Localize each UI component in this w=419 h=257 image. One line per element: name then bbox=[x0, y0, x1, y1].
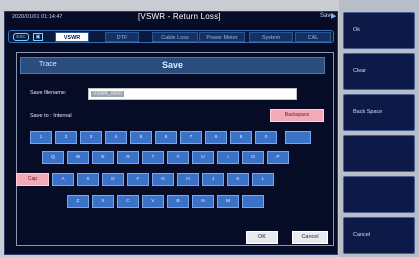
key-w[interactable]: W bbox=[67, 151, 89, 164]
ok-button[interactable]: OK bbox=[246, 231, 278, 244]
key-y[interactable]: Y bbox=[167, 151, 189, 164]
filename-label: Save filename: bbox=[30, 90, 67, 96]
play-arrow-icon: ▶ bbox=[331, 13, 337, 20]
key-m[interactable]: M bbox=[217, 195, 239, 208]
key-d[interactable]: D bbox=[102, 173, 124, 186]
key-i[interactable]: I bbox=[217, 151, 239, 164]
tab-dtf[interactable]: DTF bbox=[105, 32, 139, 42]
key-p[interactable]: P bbox=[267, 151, 289, 164]
softkey-panel: Ok Clear Back Space Cancel bbox=[339, 0, 419, 257]
key-x[interactable]: X bbox=[92, 195, 114, 208]
key-r[interactable]: R bbox=[117, 151, 139, 164]
key-q[interactable]: Q bbox=[42, 151, 64, 164]
key-l[interactable]: L bbox=[252, 173, 274, 186]
key-s[interactable]: S bbox=[77, 173, 99, 186]
dialog-header: Trace Save bbox=[20, 57, 325, 74]
tab-system[interactable]: System bbox=[249, 32, 293, 42]
softkey-backspace-label: Back Space bbox=[353, 109, 383, 115]
key-n[interactable]: N bbox=[192, 195, 214, 208]
dialog-title: Save bbox=[162, 60, 184, 70]
key-e[interactable]: E bbox=[92, 151, 114, 164]
save-icon[interactable]: ▣ bbox=[33, 33, 43, 41]
key-1[interactable]: 1 bbox=[30, 131, 52, 144]
softkey-backspace[interactable]: Back Space bbox=[343, 94, 415, 131]
key-9[interactable]: 9 bbox=[230, 131, 252, 144]
key-3[interactable]: 3 bbox=[80, 131, 102, 144]
key-2[interactable]: 2 bbox=[55, 131, 77, 144]
softkey-cancel[interactable]: Cancel bbox=[343, 217, 415, 254]
tab-cal[interactable]: CAL bbox=[295, 32, 331, 42]
softkey-empty-1[interactable] bbox=[343, 135, 415, 172]
timestamp: 2020/01/01 01:14:47 bbox=[12, 14, 63, 20]
tab-cable-loss[interactable]: Cable Loss bbox=[152, 32, 198, 42]
tab-vswr[interactable]: VSWR bbox=[55, 32, 89, 42]
key-k[interactable]: K bbox=[227, 173, 249, 186]
key-blank[interactable] bbox=[285, 131, 311, 144]
screen: 2020/01/01 01:14:47 [VSWR - Return Loss]… bbox=[0, 0, 419, 257]
tab-power-meter[interactable]: Power Meter bbox=[199, 32, 245, 42]
cancel-button[interactable]: Cancel bbox=[292, 231, 328, 244]
key-b[interactable]: B bbox=[167, 195, 189, 208]
header-label: Trace bbox=[39, 61, 57, 68]
backspace-button[interactable]: Backspace bbox=[270, 109, 324, 122]
key-u[interactable]: U bbox=[192, 151, 214, 164]
save-dialog bbox=[16, 52, 334, 246]
tab-bar: ESC ▣ VSWR DTF Cable Loss Power Meter Sy… bbox=[8, 30, 334, 43]
key-7[interactable]: 7 bbox=[180, 131, 202, 144]
screen-title: [VSWR - Return Loss] bbox=[138, 12, 221, 21]
esc-button[interactable]: ESC bbox=[13, 33, 29, 41]
key-o[interactable]: O bbox=[242, 151, 264, 164]
key-g[interactable]: G bbox=[152, 173, 174, 186]
key-j[interactable]: J bbox=[202, 173, 224, 186]
key-4[interactable]: 4 bbox=[105, 131, 127, 144]
softkey-empty-2[interactable] bbox=[343, 176, 415, 213]
filename-input[interactable]: VSWR_0000 bbox=[88, 88, 297, 100]
key-8[interactable]: 8 bbox=[205, 131, 227, 144]
key-v[interactable]: V bbox=[142, 195, 164, 208]
softkey-ok-label: Ok bbox=[353, 27, 361, 33]
key-z[interactable]: Z bbox=[67, 195, 89, 208]
key-h[interactable]: H bbox=[177, 173, 199, 186]
key-t[interactable]: T bbox=[142, 151, 164, 164]
key-0[interactable]: 0 bbox=[255, 131, 277, 144]
softkey-clear[interactable]: Clear bbox=[343, 53, 415, 90]
filename-value: VSWR_0000 bbox=[91, 91, 124, 97]
cap-button[interactable]: Cap bbox=[16, 173, 49, 186]
status-bar: 2020/01/01 01:14:47 [VSWR - Return Loss]… bbox=[12, 12, 337, 24]
key-blank-2[interactable] bbox=[242, 195, 264, 208]
softkey-clear-label: Clear bbox=[353, 68, 367, 74]
key-a[interactable]: A bbox=[52, 173, 74, 186]
softkey-cancel-label: Cancel bbox=[353, 232, 371, 238]
key-5[interactable]: 5 bbox=[130, 131, 152, 144]
save-location-label: Save to : Internal bbox=[30, 113, 72, 119]
key-6[interactable]: 6 bbox=[155, 131, 177, 144]
key-f[interactable]: F bbox=[127, 173, 149, 186]
softkey-ok[interactable]: Ok bbox=[343, 12, 415, 49]
key-c[interactable]: C bbox=[117, 195, 139, 208]
